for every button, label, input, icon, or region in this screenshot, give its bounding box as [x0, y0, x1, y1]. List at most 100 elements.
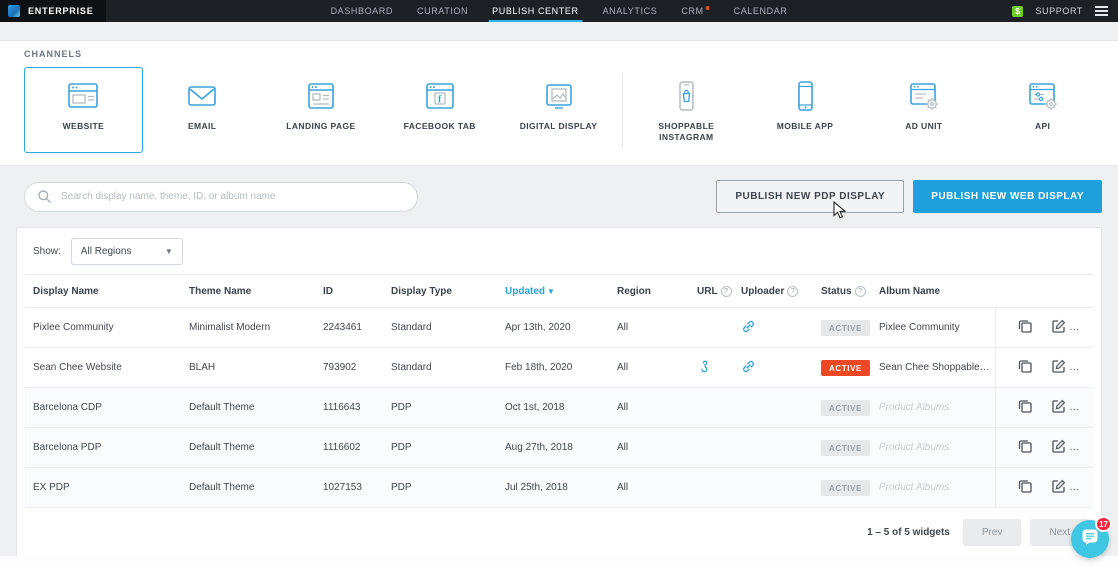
channel-email[interactable]: EMAIL	[143, 67, 262, 153]
pixlee-logo-icon	[8, 5, 20, 17]
cell-status: ACTIVE	[817, 428, 875, 468]
col-uploader[interactable]: Uploader?	[737, 275, 817, 308]
edit-icon[interactable]	[1052, 479, 1066, 496]
cell-theme-name: Default Theme	[185, 428, 319, 468]
edit-icon[interactable]	[1052, 399, 1066, 416]
col-updated[interactable]: Updated▼	[501, 275, 613, 308]
channel-ad-unit[interactable]: AD UNIT	[864, 67, 983, 153]
nav-item-dashboard[interactable]: DASHBOARD	[331, 0, 393, 22]
search-input[interactable]	[24, 182, 418, 212]
delete-icon[interactable]	[1087, 439, 1093, 456]
table-row: EX PDP Default Theme 1027153 PDP Jul 25t…	[25, 468, 1093, 508]
cell-display-type: PDP	[387, 388, 501, 428]
cell-display-name: EX PDP	[25, 468, 185, 508]
cell-actions	[995, 308, 1093, 348]
cell-uploader	[737, 388, 817, 428]
channel-api[interactable]: API	[983, 67, 1102, 153]
col-display-name[interactable]: Display Name	[25, 275, 185, 308]
cell-region: All	[613, 468, 693, 508]
cell-status: ACTIVE	[817, 348, 875, 388]
channel-label: DIGITAL DISPLAY	[520, 121, 598, 132]
col-url[interactable]: URL?	[693, 275, 737, 308]
uploader-link-icon[interactable]	[741, 366, 756, 377]
channel-landing-page[interactable]: LANDING PAGE	[262, 67, 381, 153]
cell-url	[693, 388, 737, 428]
delete-icon[interactable]	[1087, 399, 1093, 416]
cell-status: ACTIVE	[817, 468, 875, 508]
duplicate-icon[interactable]	[1018, 479, 1032, 496]
channel-label: FACEBOOK TAB	[404, 121, 476, 132]
status-badge: ACTIVE	[821, 400, 870, 416]
uploader-link-icon[interactable]	[741, 326, 756, 337]
cell-updated: Feb 18th, 2020	[501, 348, 613, 388]
channel-shoppable-instagram[interactable]: SHOPPABLE INSTAGRAM	[627, 67, 746, 153]
billing-status-icon[interactable]: $	[1012, 6, 1023, 17]
col-status[interactable]: Status?	[817, 275, 875, 308]
cell-region: All	[613, 388, 693, 428]
channel-digital-display[interactable]: DIGITAL DISPLAY	[499, 67, 618, 153]
publish-new-pdp-display-button[interactable]: PUBLISH NEW PDP DISPLAY	[716, 180, 904, 213]
cell-album-name: Pixlee Community	[875, 308, 995, 348]
duplicate-icon[interactable]	[1018, 399, 1032, 416]
cell-uploader	[737, 308, 817, 348]
cell-display-name: Barcelona CDP	[25, 388, 185, 428]
nav-item-calendar[interactable]: CALENDAR	[734, 0, 788, 22]
edit-icon[interactable]	[1052, 319, 1066, 336]
col-theme-name[interactable]: Theme Name	[185, 275, 319, 308]
prev-button[interactable]: Prev	[963, 519, 1022, 546]
cell-updated: Aug 27th, 2018	[501, 428, 613, 468]
nav-item-crm[interactable]: CRM	[681, 0, 709, 22]
col-region[interactable]: Region	[613, 275, 693, 308]
brand-area: ENTERPRISE	[0, 0, 106, 22]
channel-label: API	[1035, 121, 1050, 132]
col-id[interactable]: ID	[319, 275, 387, 308]
channel-website[interactable]: WEBSITE	[24, 67, 143, 153]
website-icon	[65, 77, 101, 115]
nav-item-publish-center[interactable]: PUBLISH CENTER	[492, 0, 578, 22]
channel-label: EMAIL	[188, 121, 216, 132]
col-album-name[interactable]: Album Name	[875, 275, 995, 308]
nav-item-curation[interactable]: CURATION	[417, 0, 468, 22]
help-icon[interactable]: ?	[855, 286, 866, 297]
cell-id: 2243461	[319, 308, 387, 348]
cell-album-name: Product Albums	[875, 468, 995, 508]
cell-uploader	[737, 468, 817, 508]
displays-table-card: Show: All Regions ▼ Display Name Theme N…	[16, 227, 1102, 559]
channel-mobile-app[interactable]: MOBILE APP	[746, 67, 865, 153]
table-row: Barcelona CDP Default Theme 1116643 PDP …	[25, 388, 1093, 428]
duplicate-icon[interactable]	[1018, 319, 1032, 336]
edit-icon[interactable]	[1052, 439, 1066, 456]
delete-icon[interactable]	[1087, 359, 1093, 376]
nav-item-analytics[interactable]: ANALYTICS	[603, 0, 658, 22]
cell-id: 1116643	[319, 388, 387, 428]
menu-icon[interactable]	[1095, 6, 1108, 16]
col-display-type[interactable]: Display Type	[387, 275, 501, 308]
chat-icon	[1081, 528, 1099, 551]
brand-name: ENTERPRISE	[28, 6, 94, 16]
duplicate-icon[interactable]	[1018, 439, 1032, 456]
channel-label: AD UNIT	[905, 121, 942, 132]
table-header-row: Display Name Theme Name ID Display Type …	[25, 275, 1093, 308]
publish-new-web-display-button[interactable]: PUBLISH NEW WEB DISPLAY	[913, 180, 1102, 213]
cell-id: 1027153	[319, 468, 387, 508]
channel-facebook-tab[interactable]: f FACEBOOK TAB	[380, 67, 499, 153]
chat-launcher-button[interactable]: 17	[1071, 520, 1109, 558]
digital-display-icon	[541, 77, 577, 115]
url-link-icon[interactable]	[697, 365, 710, 376]
duplicate-icon[interactable]	[1018, 359, 1032, 376]
crm-notification-dot	[706, 6, 710, 10]
delete-icon[interactable]	[1087, 319, 1093, 336]
cell-theme-name: Default Theme	[185, 468, 319, 508]
edit-icon[interactable]	[1052, 359, 1066, 376]
region-filter-select[interactable]: All Regions ▼	[71, 238, 183, 265]
help-icon[interactable]: ?	[721, 286, 732, 297]
cell-updated: Apr 13th, 2020	[501, 308, 613, 348]
cell-actions	[995, 428, 1093, 468]
support-link[interactable]: SUPPORT	[1035, 6, 1083, 16]
delete-icon[interactable]	[1087, 479, 1093, 496]
status-badge: ACTIVE	[821, 440, 870, 456]
cell-display-type: PDP	[387, 468, 501, 508]
help-icon[interactable]: ?	[787, 286, 798, 297]
channel-label: SHOPPABLE INSTAGRAM	[632, 121, 741, 143]
channel-label: WEBSITE	[63, 121, 105, 132]
